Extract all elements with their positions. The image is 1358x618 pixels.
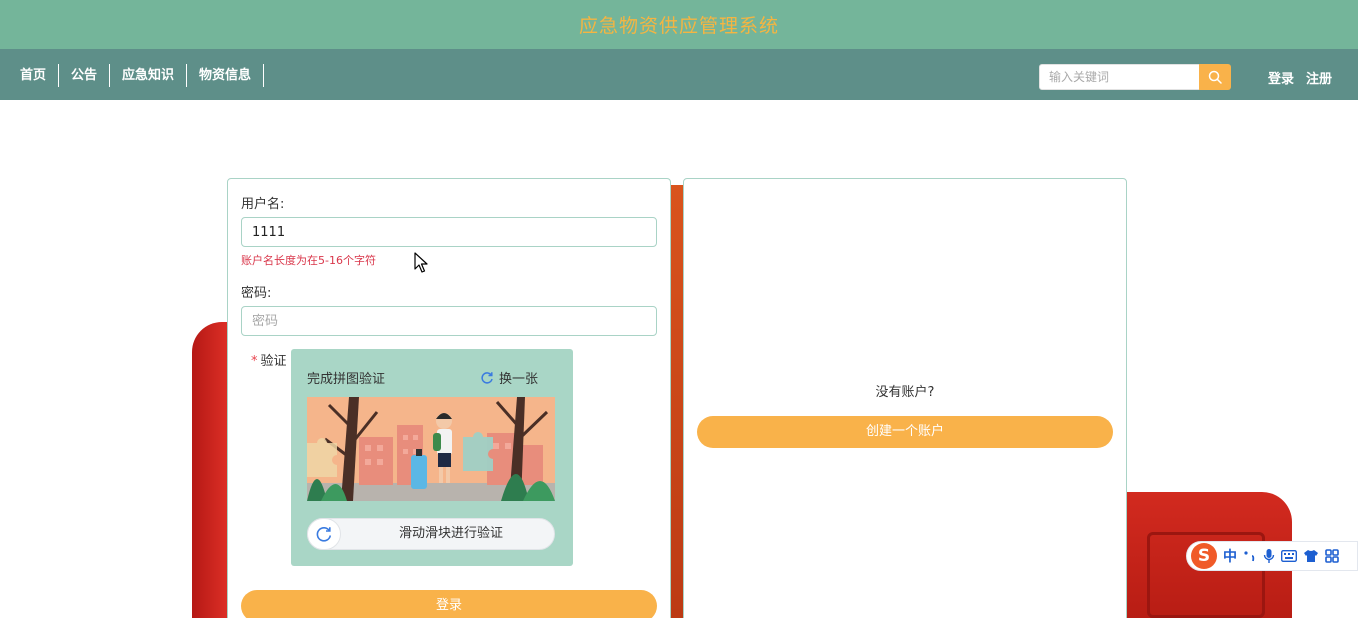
password-input[interactable] [241, 306, 657, 336]
captcha-slider-handle[interactable] [307, 518, 341, 550]
search-button[interactable] [1199, 64, 1231, 90]
refresh-icon [481, 371, 493, 384]
sogou-logo-icon[interactable]: S [1191, 543, 1217, 569]
mouse-cursor-icon [414, 252, 428, 273]
nav-item-announcements[interactable]: 公告 [59, 64, 111, 87]
verify-label: * 验证 [251, 350, 287, 369]
toolbox-grid-icon[interactable] [1325, 549, 1339, 563]
search-input[interactable] [1039, 64, 1200, 90]
auth-links: 登录 注册 [1268, 68, 1332, 87]
username-error-message: 账户名长度为在5-16个字符 [241, 254, 376, 267]
microphone-icon[interactable] [1263, 548, 1275, 564]
nav-item-emergency-knowledge[interactable]: 应急知识 [110, 64, 188, 87]
refresh-icon [316, 527, 332, 542]
nav-item-home[interactable]: 首页 [8, 64, 60, 87]
site-title: 应急物资供应管理系统 [578, 15, 779, 37]
captcha-slider-track[interactable]: 滑动滑块进行验证 [307, 518, 555, 550]
nav-item-supplies-info[interactable]: 物资信息 [187, 64, 265, 87]
captcha-title: 完成拼图验证 [307, 372, 386, 387]
username-label: 用户名: [241, 197, 285, 212]
background-emergency-bag-middle [670, 185, 684, 618]
verify-label-text: 验证 [260, 354, 287, 369]
password-label: 密码: [241, 286, 272, 301]
login-submit-button[interactable]: 登录 [241, 590, 657, 618]
title-bar: 应急物资供应管理系统 [0, 0, 1358, 49]
skin-shirt-icon[interactable] [1303, 549, 1319, 563]
no-account-prompt: 没有账户? [875, 385, 935, 400]
ime-toolbar: S 中 [1186, 541, 1358, 571]
register-card: 没有账户? 创建一个账户 [683, 178, 1127, 618]
login-card: 用户名: 账户名长度为在5-16个字符 密码: *验证 完成拼图验证 换一张 [227, 178, 671, 618]
search-icon [1208, 70, 1222, 84]
captcha-puzzle-image [307, 397, 555, 501]
ime-mode-toggle[interactable]: 中 [1223, 546, 1237, 566]
required-mark: * [251, 354, 258, 369]
captcha-refresh-button[interactable]: 换一张 [480, 368, 538, 387]
username-input[interactable] [241, 217, 657, 247]
punctuation-icon[interactable] [1243, 549, 1257, 563]
puzzle-captcha: 完成拼图验证 换一张 滑动滑块进行验证 [291, 349, 573, 566]
create-account-button[interactable]: 创建一个账户 [697, 416, 1113, 448]
header-login-link[interactable]: 登录 [1268, 68, 1294, 87]
background-emergency-bag-left [192, 322, 232, 618]
captcha-slider-text: 滑动滑块进行验证 [398, 526, 503, 541]
nav-menu: 首页 公告 应急知识 物资信息 [8, 64, 265, 87]
keyboard-icon[interactable] [1281, 550, 1297, 562]
captcha-refresh-label: 换一张 [499, 372, 539, 387]
header-register-link[interactable]: 注册 [1306, 68, 1332, 87]
